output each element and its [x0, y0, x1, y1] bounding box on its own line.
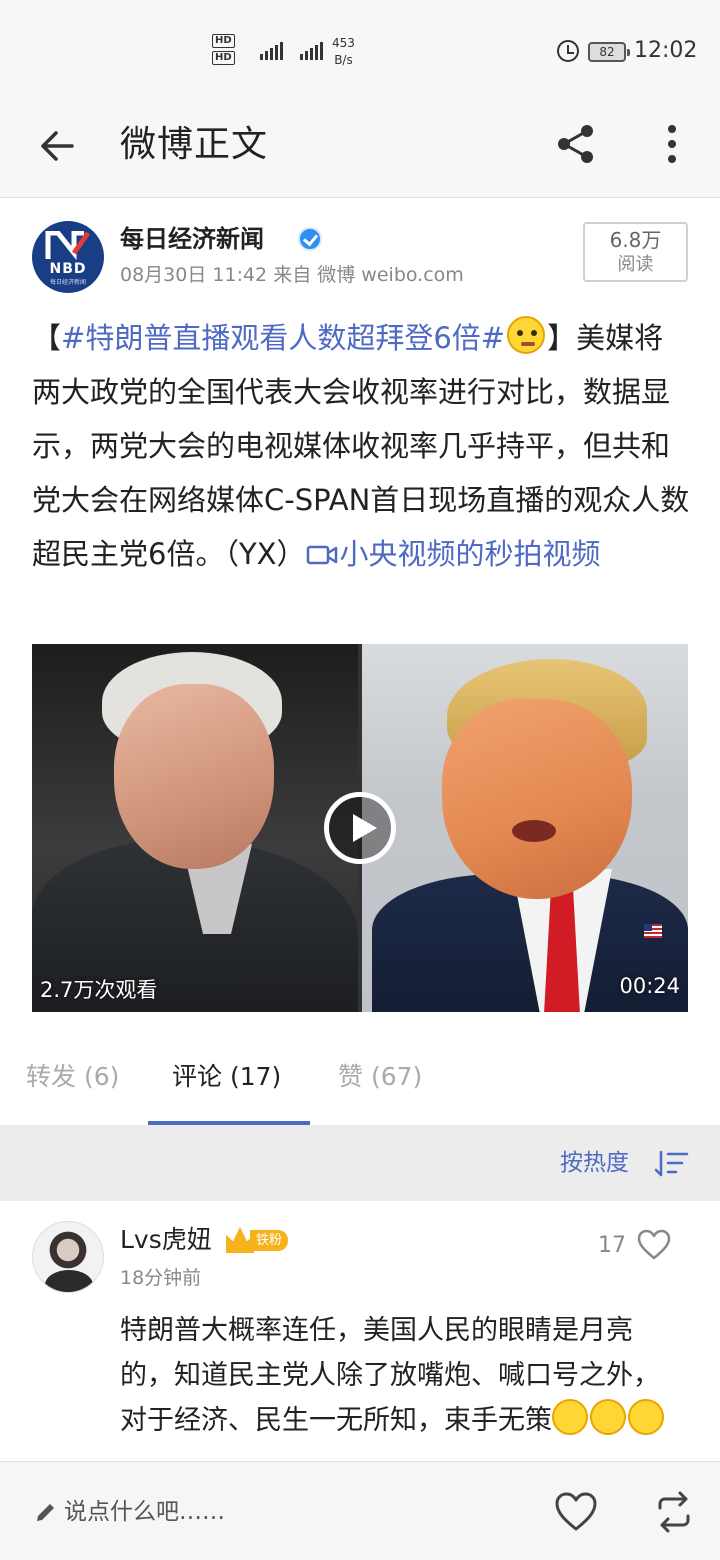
- laughing-emoji-icon: [590, 1399, 626, 1435]
- sort-button[interactable]: 按热度: [560, 1147, 629, 1179]
- comment-text: 特朗普大概率连任，美国人民的眼睛是月亮的，知道民主党人除了放嘴炮、喊口号之外，对…: [120, 1308, 680, 1443]
- back-button[interactable]: [34, 122, 82, 170]
- comment-like-count: 17: [598, 1233, 626, 1258]
- nbd-logo-icon: [45, 231, 91, 261]
- signal-icon-sim1: [248, 40, 283, 60]
- video-thumb-right: [362, 644, 688, 1012]
- fan-badge-label: 铁粉: [250, 1230, 289, 1251]
- verified-badge-icon: [298, 227, 322, 251]
- alarm-icon: [557, 40, 579, 62]
- read-count: 6.8万: [609, 228, 662, 252]
- post-meta: 08月30日 11:42 来自 微博 weibo.com: [120, 261, 464, 289]
- laughing-emoji-icon: [628, 1399, 664, 1435]
- back-arrow-icon: [41, 131, 74, 161]
- play-icon[interactable]: [324, 792, 396, 864]
- more-button[interactable]: [650, 120, 694, 168]
- hd-badge-2: HD: [212, 51, 235, 65]
- read-label: 阅读: [617, 254, 654, 275]
- comment-item: Lvs虎妞 铁粉 18分钟前 17 特朗普大概率连任，美国人民的眼睛是月亮的，知…: [0, 1201, 720, 1461]
- app-header: 微博正文: [0, 100, 720, 198]
- bottom-bar: 说点什么吧……: [0, 1461, 720, 1560]
- post-body: 【#特朗普直播观看人数超拜登6倍# 】美媒将两大政党的全国代表大会收视率进行对比，…: [32, 311, 692, 581]
- video-views: 2.7万次观看: [40, 978, 158, 1002]
- sort-icon[interactable]: [654, 1149, 690, 1179]
- network-speed-value: 453: [332, 36, 355, 50]
- post-source: 微博 weibo.com: [317, 264, 464, 286]
- video-player[interactable]: 2.7万次观看 00:24: [32, 644, 688, 1012]
- comment-input[interactable]: 说点什么吧……: [64, 1496, 225, 1528]
- share-icon: [558, 125, 593, 163]
- post-source-prefix: 来自: [273, 264, 312, 286]
- read-count-box: 6.8万 阅读: [583, 222, 688, 282]
- more-icon: [668, 125, 676, 163]
- hd-badge-1: HD: [212, 34, 235, 48]
- thinking-emoji-icon: [507, 316, 546, 354]
- share-button[interactable]: [552, 120, 600, 168]
- heart-icon[interactable]: [637, 1229, 671, 1261]
- commenter-avatar[interactable]: [32, 1221, 104, 1293]
- network-speed: 453 B/s: [332, 35, 355, 69]
- weibo-post: NBD 每日经济新闻 每日经济新闻 08月30日 11:42 来自 微博 wei…: [0, 199, 720, 1027]
- hd-indicator: HD HD: [212, 34, 235, 68]
- battery-icon: 82: [588, 42, 630, 62]
- network-speed-unit: B/s: [334, 53, 353, 67]
- author-avatar[interactable]: NBD 每日经济新闻: [32, 221, 104, 293]
- video-source-link[interactable]: 小央视频的秒拍视频: [306, 537, 601, 571]
- clock: 12:02: [634, 38, 698, 63]
- repost-icon[interactable]: [654, 1490, 694, 1534]
- tab-reposts[interactable]: 转发 (6): [26, 1061, 119, 1093]
- video-source-label[interactable]: 小央视频的秒拍视频: [340, 537, 601, 571]
- avatar-text: NBD: [49, 261, 87, 277]
- like-icon[interactable]: [554, 1490, 598, 1534]
- video-camera-icon: [306, 545, 337, 565]
- post-tabs: 转发 (6) 评论 (17) 赞 (67): [0, 1027, 720, 1125]
- post-date: 08月30日 11:42: [120, 264, 268, 286]
- tab-likes[interactable]: 赞 (67): [338, 1061, 422, 1093]
- topic-link[interactable]: #特朗普直播观看人数超拜登6倍#: [61, 321, 505, 355]
- status-bar: HD HD 453 B/s 82 12:02: [0, 0, 720, 100]
- page-title: 微博正文: [120, 124, 269, 165]
- sort-bar: 按热度: [0, 1125, 720, 1201]
- pen-icon: [37, 1504, 54, 1521]
- flag-pin-icon: [644, 924, 662, 938]
- author-name[interactable]: 每日经济新闻: [120, 223, 264, 255]
- video-thumb-left: [32, 644, 358, 1012]
- tab-comments[interactable]: 评论 (17): [172, 1061, 281, 1093]
- video-duration: 00:24: [619, 974, 680, 998]
- laughing-emoji-icon: [552, 1399, 588, 1435]
- post-text: 】美媒将两大政党的全国代表大会收视率进行对比，数据显示，两党大会的电视媒体收视率…: [32, 321, 690, 571]
- comment-time: 18分钟前: [120, 1267, 202, 1289]
- open-bracket: 【: [32, 321, 62, 355]
- commenter-name[interactable]: Lvs虎妞: [120, 1223, 212, 1257]
- signal-icon-sim2: [288, 40, 323, 60]
- avatar-subtext: 每日经济新闻: [49, 279, 86, 286]
